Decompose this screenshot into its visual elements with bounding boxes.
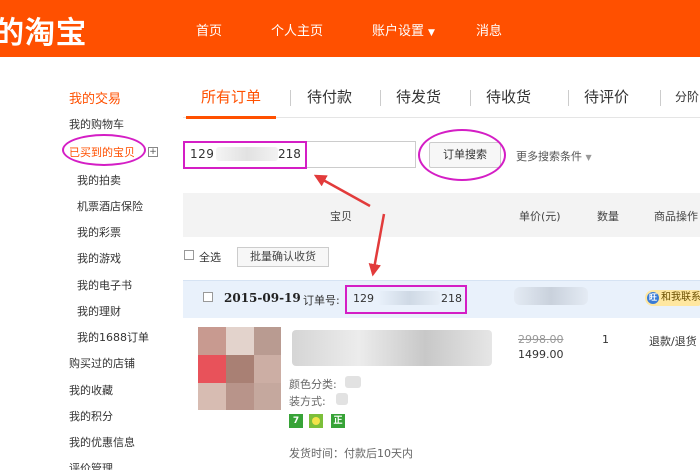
thumb-tile [254,383,281,410]
active-tab-indicator [186,116,276,119]
column-quantity: 数量 [597,210,619,223]
highlight-box-search-input [183,141,307,169]
chevron-down-icon: ▼ [585,153,592,162]
guarantee-glyph [312,417,320,425]
tab-pending-review[interactable]: 待评价 [584,86,629,107]
sidebar-item-lottery[interactable]: 我的彩票 [77,224,121,240]
seven-day-return-icon[interactable]: 7 [289,414,303,428]
sidebar: 我的交易 我的购物车 已买到的宝贝 + 我的拍卖 机票酒店保险 我的彩票 我的游… [0,57,178,470]
nav-home[interactable]: 首页 [196,20,222,39]
highlight-ellipse-search-button [418,129,506,181]
select-all-checkbox[interactable] [184,250,194,260]
blurred-text [345,376,361,388]
order-date: 2015-09-19 [224,291,301,305]
guarantee-icon[interactable] [309,414,323,428]
sidebar-item-cart[interactable]: 我的购物车 [69,116,124,132]
order-tabs: 所有订单 待付款 待发货 待收货 待评价 分阶 [183,78,700,118]
tab-divider [568,90,569,106]
more-search-label: 更多搜索条件 [516,150,582,163]
taobao-logo[interactable]: 的淘宝 [0,8,87,52]
thumb-tile [226,355,254,383]
nav-profile[interactable]: 个人主页 [271,20,323,39]
tab-pending-payment[interactable]: 待付款 [307,86,352,107]
sidebar-item-coupons[interactable]: 我的优惠信息 [69,434,135,450]
blurred-shop-name [514,287,588,305]
thumb-tile [254,327,281,355]
sidebar-item-games[interactable]: 我的游戏 [77,250,121,266]
attr-color-label: 颜色分类: [289,378,337,391]
sidebar-item-auction[interactable]: 我的拍卖 [77,172,121,188]
column-item: 宝贝 [330,210,352,223]
thumb-tile [198,383,226,410]
column-item-actions: 商品操作 [654,210,698,223]
order-checkbox[interactable] [203,292,213,302]
sidebar-item-favorites[interactable]: 我的收藏 [69,382,113,398]
tab-pending-shipment[interactable]: 待发货 [396,86,441,107]
thumb-tile [226,327,254,355]
highlight-ellipse-bought [62,134,146,166]
top-header-bar: 的淘宝 [0,0,700,57]
sidebar-item-points[interactable]: 我的积分 [69,408,113,424]
blurred-text [336,393,348,405]
column-unit-price: 单价(元) [519,210,561,223]
highlight-box-order-number [345,285,467,314]
chevron-down-icon: ▼ [428,28,435,38]
nav-account-settings[interactable]: 账户设置 ▼ [372,20,435,39]
order-number-label: 订单号: [303,294,340,307]
sidebar-item-shops[interactable]: 购买过的店铺 [69,355,135,371]
wangwang-icon: 旺 [647,292,659,304]
thumb-tile [226,383,254,410]
refund-link[interactable]: 退款/退货 [649,333,697,349]
ship-time: 发货时间：付款后10天内 [289,447,413,460]
blurred-product-title[interactable] [292,330,492,366]
tab-divider [290,90,291,106]
nav-account-settings-label: 账户设置 [372,24,425,39]
batch-confirm-button[interactable]: 批量确认收货 [237,247,329,267]
tab-installment[interactable]: 分阶 [675,88,699,105]
current-price: 1499.00 [518,348,564,361]
tab-divider [660,90,661,106]
more-search-options[interactable]: 更多搜索条件 ▼ [516,148,592,164]
sidebar-item-finance[interactable]: 我的理财 [77,303,121,319]
tab-divider [380,90,381,106]
sidebar-item-1688[interactable]: 我的1688订单 [77,329,149,345]
nav-messages[interactable]: 消息 [476,20,502,39]
tab-all-orders[interactable]: 所有订单 [201,86,261,107]
thumb-tile [198,327,226,355]
table-header [183,193,700,237]
expand-plus-icon[interactable]: + [148,147,158,157]
thumb-tile [254,355,281,383]
select-all-label: 全选 [199,251,221,264]
thumb-tile [198,355,226,383]
sidebar-item-travel[interactable]: 机票酒店保险 [77,198,143,214]
sidebar-item-ebooks[interactable]: 我的电子书 [77,277,132,293]
sidebar-title: 我的交易 [69,92,122,107]
original-price: 2998.00 [518,333,564,346]
sidebar-item-reviews[interactable]: 评价管理 [69,460,113,470]
tab-divider [470,90,471,106]
item-quantity: 1 [602,333,609,346]
tab-pending-receipt[interactable]: 待收货 [486,86,531,107]
genuine-icon[interactable]: 正 [331,414,345,428]
attr-install-label: 装方式: [289,395,326,408]
product-thumbnail[interactable] [198,327,281,410]
